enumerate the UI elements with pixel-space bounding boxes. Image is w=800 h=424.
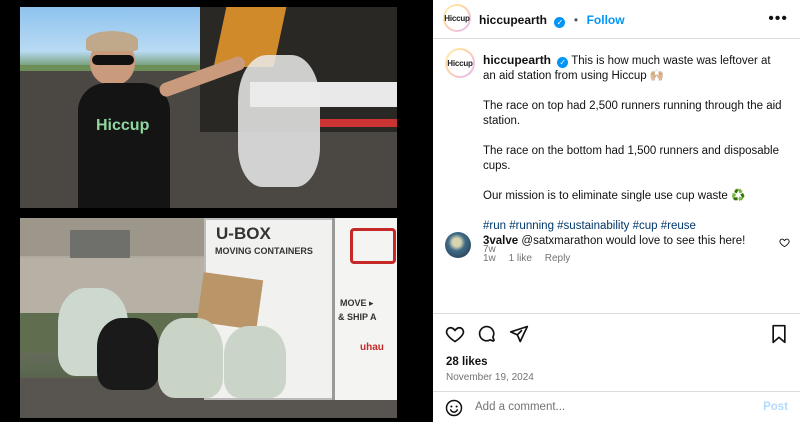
commenter-username[interactable]: 3valve <box>483 235 518 247</box>
bottom-photo-waste: U-BOX MOVING CONTAINERS MOVE ▸ & SHIP A … <box>20 218 397 418</box>
commenter-avatar[interactable] <box>445 232 471 258</box>
comment-reply-button[interactable]: Reply <box>545 253 571 264</box>
separator-dot: • <box>573 13 579 27</box>
post-header: Hiccup hiccupearth ✓ • Follow ••• <box>433 0 800 39</box>
comment-composer: Add a comment... Post <box>433 391 800 424</box>
uhaul-brand: uhau <box>360 342 384 353</box>
comment-bubble-icon[interactable] <box>477 324 497 344</box>
caption-line-3: The race on the bottom had 1,500 runners… <box>483 145 780 172</box>
shirt-logo: Hiccup <box>96 117 150 134</box>
comment-like-heart-icon[interactable] <box>779 237 790 248</box>
comment-time[interactable]: 1w <box>483 253 496 264</box>
bag-black <box>97 318 159 390</box>
ubox-subtitle: MOVING CONTAINERS <box>215 246 313 256</box>
post-actions: 28 likes November 19, 2024 Add a comment… <box>433 313 800 423</box>
bag-3 <box>224 326 286 398</box>
caption-line-2: The race on top had 2,500 runners runnin… <box>483 100 782 127</box>
verified-badge-icon: ✓ <box>554 17 566 28</box>
author-username[interactable]: hiccupearth <box>479 13 547 27</box>
save-bookmark-icon[interactable] <box>770 324 788 344</box>
more-options-icon[interactable]: ••• <box>768 10 788 28</box>
post-comment-button[interactable]: Post <box>763 401 788 413</box>
ubox-ship: & SHIP A <box>338 312 377 322</box>
bag-2 <box>158 318 223 398</box>
comment-likes[interactable]: 1 like <box>509 253 532 264</box>
caption-hashtags[interactable]: #run #running #sustainability #cup #reus… <box>483 219 783 234</box>
post-media[interactable]: Hiccup U-BOX MOVING CONTAINERS MOVE ▸ & … <box>0 0 433 422</box>
trash-bag <box>238 55 320 187</box>
emoji-picker-icon[interactable] <box>445 399 463 417</box>
ubox-move: MOVE ▸ <box>340 298 374 308</box>
comment-input[interactable]: Add a comment... <box>475 401 565 413</box>
caption-avatar[interactable]: Hiccup <box>445 48 475 78</box>
post-date: November 19, 2024 <box>446 372 534 383</box>
caption-line-4: Our mission is to eliminate single use c… <box>483 190 746 202</box>
top-photo-volunteer: Hiccup <box>20 7 397 208</box>
verified-badge-icon: ✓ <box>557 57 569 68</box>
like-heart-icon[interactable] <box>445 324 465 344</box>
share-paper-plane-icon[interactable] <box>509 324 529 344</box>
like-count[interactable]: 28 likes <box>446 356 488 368</box>
caption-username[interactable]: hiccupearth <box>483 53 551 67</box>
ubox-title: U-BOX <box>216 224 271 243</box>
follow-button[interactable]: Follow <box>587 13 625 27</box>
comment-text: @satxmarathon would love to see this her… <box>521 235 746 247</box>
author-avatar[interactable]: Hiccup <box>443 4 471 32</box>
post-detail-panel: Hiccup hiccupearth ✓ • Follow ••• Hiccup… <box>433 0 800 422</box>
